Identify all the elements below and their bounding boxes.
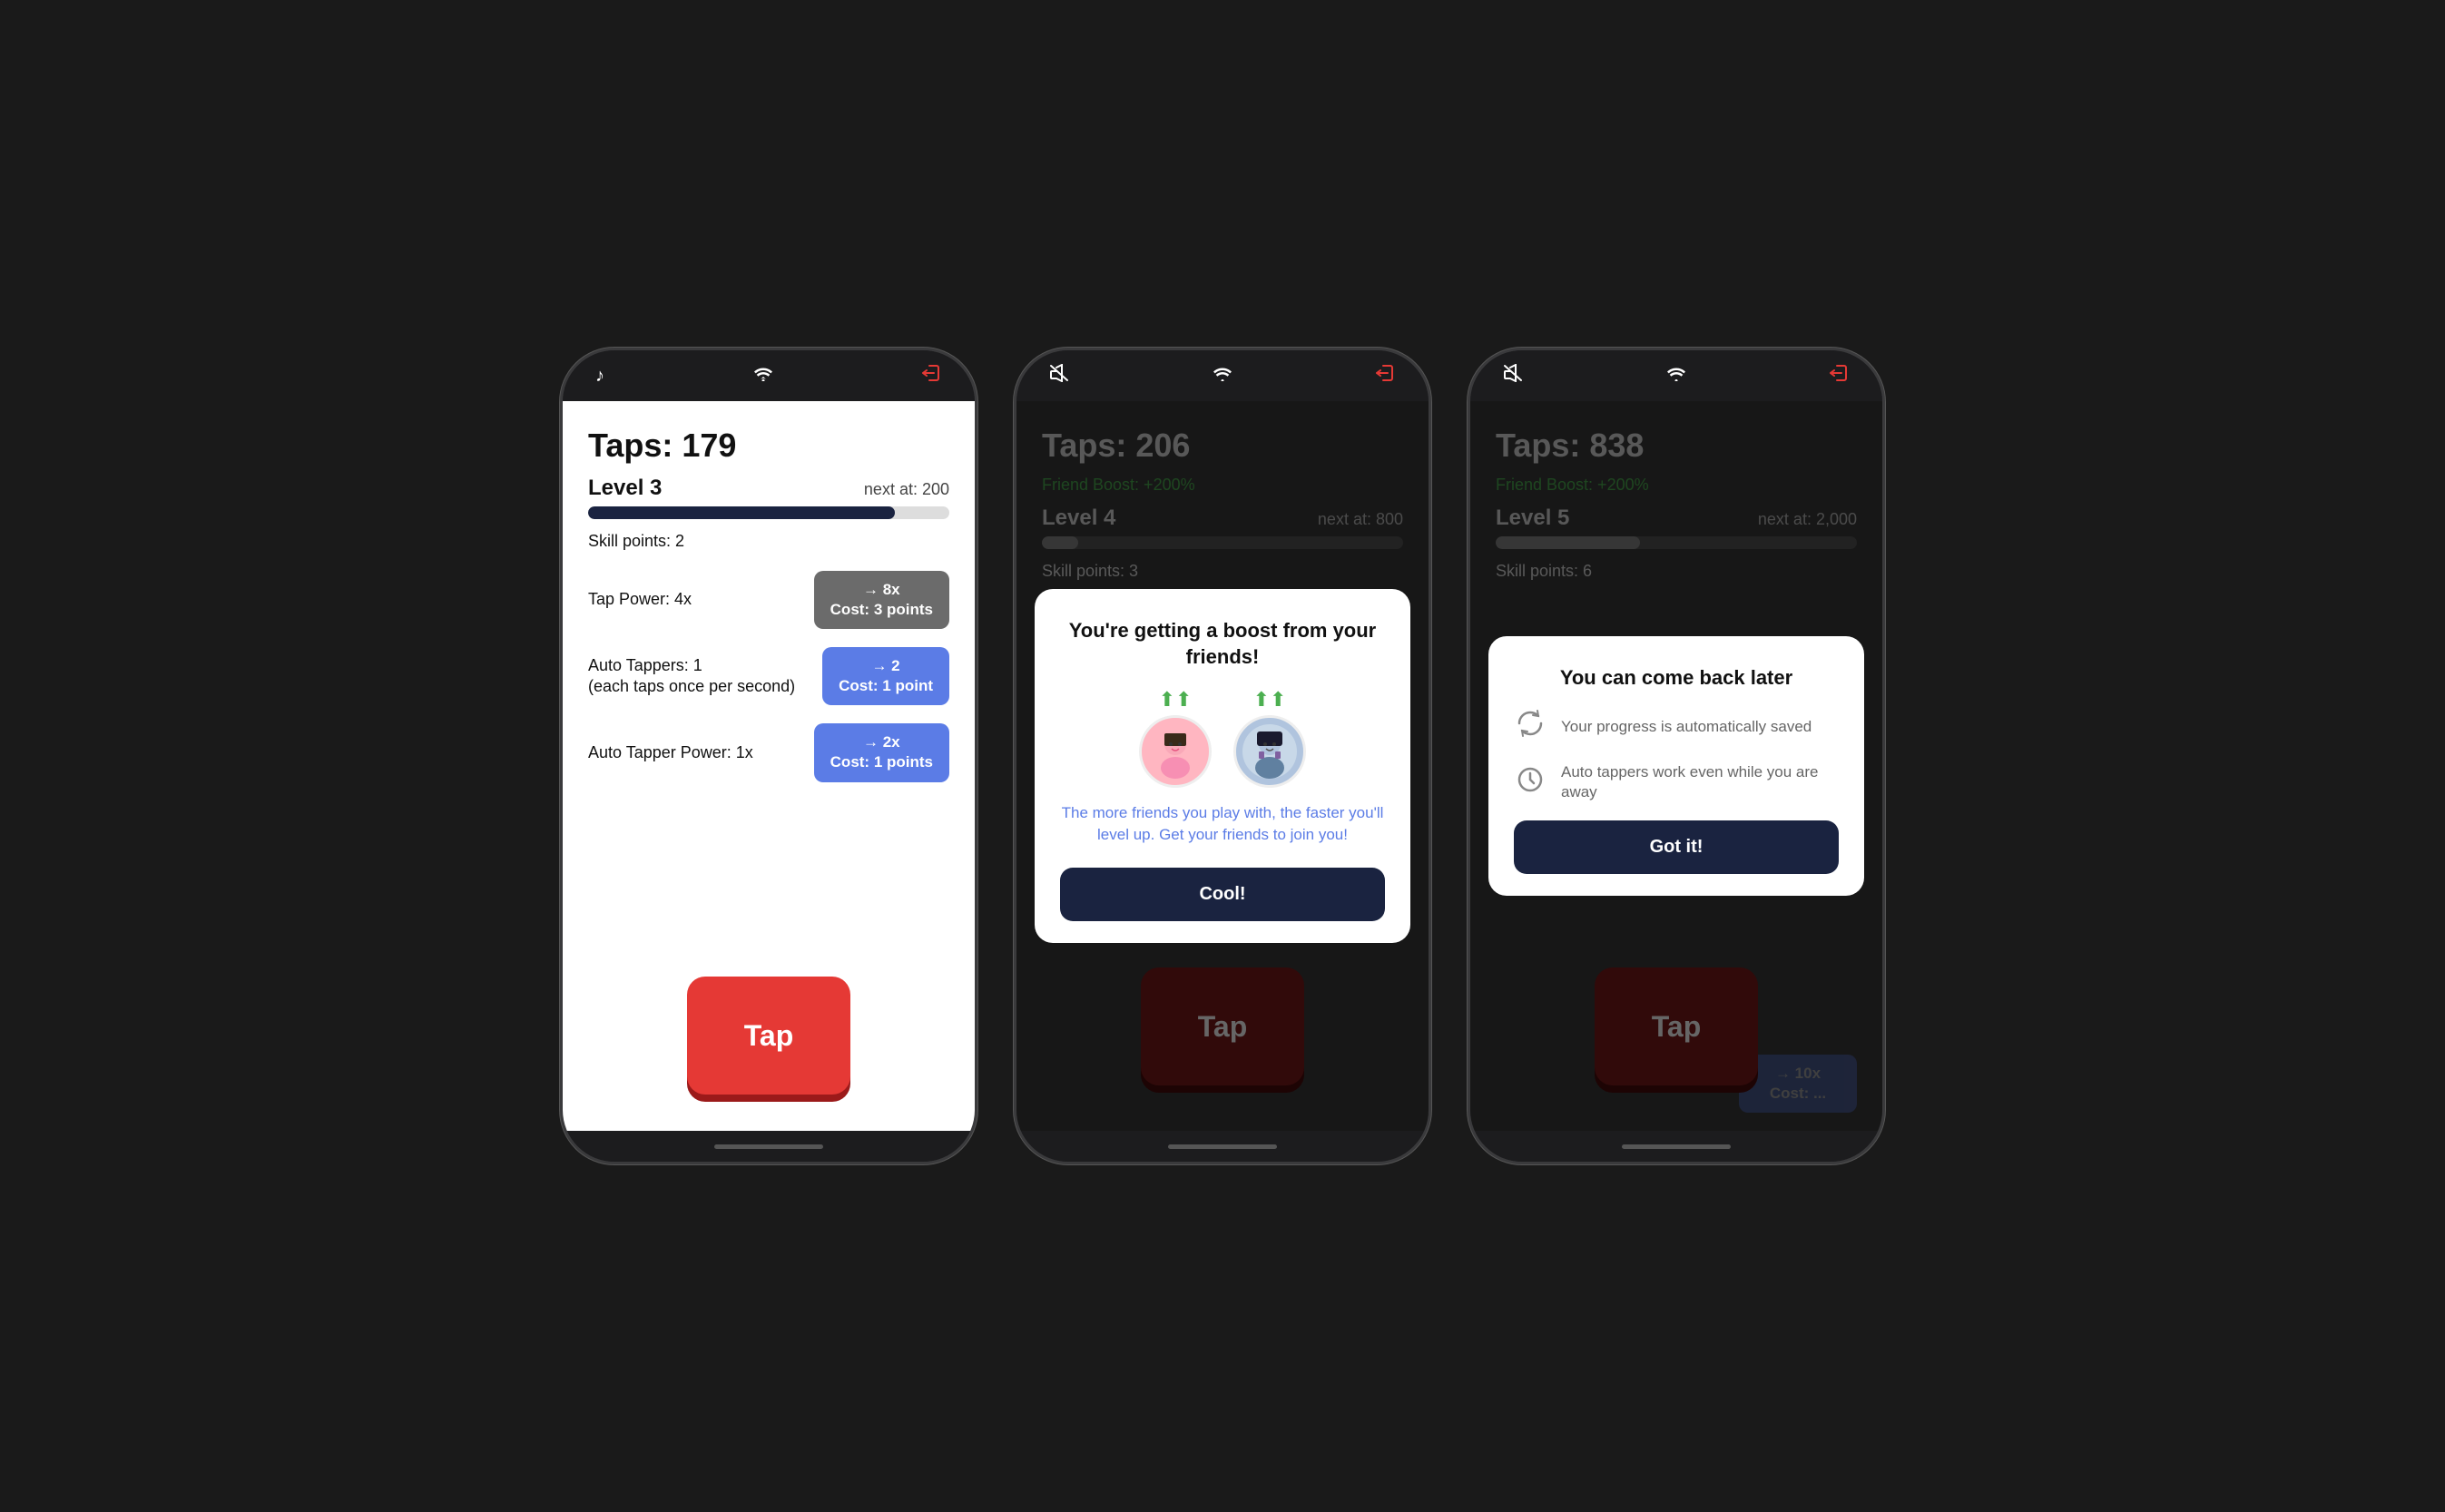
status-bar-1: ♪	[563, 350, 975, 401]
next-at-1: next at: 200	[864, 480, 949, 499]
mute-icon-2	[1049, 364, 1069, 388]
status-bar-2	[1016, 350, 1429, 401]
screen-1-content: Taps: 179 Level 3 next at: 200 Skill poi…	[563, 401, 975, 1131]
exit-icon	[922, 365, 942, 387]
home-bar-2	[1168, 1144, 1277, 1149]
level-label-1: Level 3	[588, 476, 662, 501]
auto-tapper-power-button[interactable]: → 2x Cost: 1 points	[814, 723, 949, 781]
home-bar-3	[1622, 1144, 1731, 1149]
phone-3-screen: Taps: 838 Friend Boost: +200% Level 5 ne…	[1470, 401, 1882, 1131]
tap-button-1[interactable]: Tap	[687, 977, 850, 1095]
progress-bar-fill-1	[588, 506, 895, 519]
boost-arrows-2: ⬆⬆	[1253, 688, 1287, 712]
phone-2-screen: Taps: 206 Friend Boost: +200% Level 4 ne…	[1016, 401, 1429, 1131]
come-back-modal: You can come back later Your progress is…	[1488, 636, 1864, 897]
tap-power-label: Tap Power: 4x	[588, 589, 692, 610]
modal-overlay-3: You can come back later Your progress is…	[1470, 401, 1882, 1131]
phone-1: ♪ Taps: 179 Level 3 next at: 200	[560, 348, 977, 1164]
modal-desc-2: The more friends you play with, the fast…	[1060, 802, 1385, 846]
level-row-1: Level 3 next at: 200	[588, 476, 949, 501]
phone-3: Taps: 838 Friend Boost: +200% Level 5 ne…	[1468, 348, 1885, 1164]
auto-tappers-row: Auto Tappers: 1(each taps once per secon…	[588, 647, 949, 705]
wifi-icon-2	[1213, 366, 1232, 387]
friends-boost-modal: You're getting a boost from your friends…	[1035, 589, 1410, 943]
avatar-1	[1139, 715, 1212, 788]
home-indicator-1	[563, 1131, 975, 1162]
modal-title-2: You're getting a boost from your friends…	[1060, 618, 1385, 670]
avatar-2-wrapper: ⬆⬆	[1233, 688, 1306, 788]
mute-icon-3	[1503, 364, 1523, 388]
progress-bar-bg-1	[588, 506, 949, 519]
cool-button[interactable]: Cool!	[1060, 868, 1385, 921]
taps-count-1: Taps: 179	[588, 427, 949, 465]
feature-text-2: Auto tappers work even while you are awa…	[1561, 762, 1839, 802]
modal-title-3: You can come back later	[1514, 665, 1839, 692]
home-bar-1	[714, 1144, 823, 1149]
boost-arrows-1: ⬆⬆	[1159, 688, 1193, 712]
home-indicator-2	[1016, 1131, 1429, 1162]
home-indicator-3	[1470, 1131, 1882, 1162]
status-bar-3	[1470, 350, 1882, 401]
phone-2: Taps: 206 Friend Boost: +200% Level 4 ne…	[1014, 348, 1431, 1164]
modal-overlay-2: You're getting a boost from your friends…	[1016, 401, 1429, 1131]
phone-1-screen: Taps: 179 Level 3 next at: 200 Skill poi…	[563, 401, 975, 1131]
feature-row-2: Auto tappers work even while you are awa…	[1514, 762, 1839, 802]
got-it-button[interactable]: Got it!	[1514, 820, 1839, 874]
feature-text-1: Your progress is automatically saved	[1561, 717, 1812, 737]
exit-icon-3	[1830, 365, 1850, 387]
exit-icon-2	[1376, 365, 1396, 387]
tap-power-row: Tap Power: 4x → 8x Cost: 3 points	[588, 571, 949, 629]
wifi-icon	[753, 366, 773, 387]
auto-tappers-label: Auto Tappers: 1(each taps once per secon…	[588, 655, 795, 698]
avatar-1-wrapper: ⬆⬆	[1139, 688, 1212, 788]
clock-icon	[1514, 765, 1547, 800]
auto-tappers-button[interactable]: → 2 Cost: 1 point	[822, 647, 949, 705]
friends-avatars: ⬆⬆	[1060, 688, 1385, 788]
feature-row-1: Your progress is automatically saved	[1514, 709, 1839, 744]
avatar-2	[1233, 715, 1306, 788]
auto-tapper-power-row: Auto Tapper Power: 1x → 2x Cost: 1 point…	[588, 723, 949, 781]
skill-points-1: Skill points: 2	[588, 532, 949, 551]
wifi-icon-3	[1666, 366, 1686, 387]
auto-tapper-power-label: Auto Tapper Power: 1x	[588, 742, 753, 763]
tap-power-button[interactable]: → 8x Cost: 3 points	[814, 571, 949, 629]
refresh-icon	[1514, 709, 1547, 744]
music-icon: ♪	[595, 366, 604, 387]
